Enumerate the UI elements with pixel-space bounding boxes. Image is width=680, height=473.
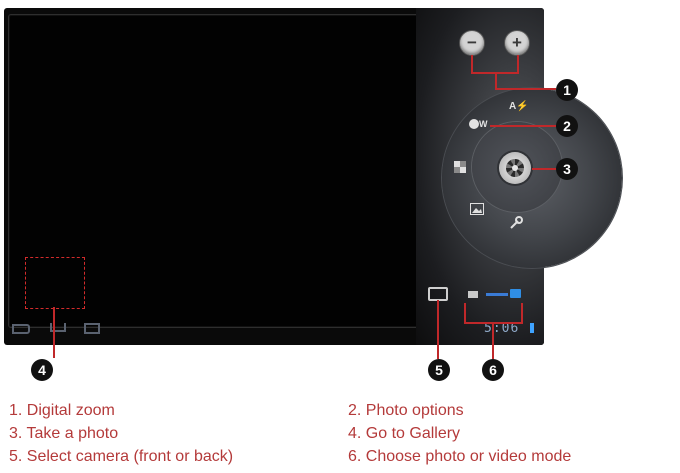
callout-1-right [517, 55, 519, 73]
callout-badge-3: 3 [556, 158, 578, 180]
callout-3-leader [532, 168, 557, 170]
white-balance-icon[interactable]: W [469, 119, 488, 130]
back-icon[interactable] [12, 324, 30, 334]
callout-badge-2: 2 [556, 115, 578, 137]
callout-6-right [521, 303, 523, 323]
gallery-thumbnail[interactable] [25, 257, 85, 309]
system-nav-bar [0, 318, 540, 337]
minus-circle-icon: − [467, 33, 477, 52]
callout-badge-4: 4 [31, 359, 53, 381]
recent-apps-icon[interactable] [84, 323, 100, 334]
wrench-icon[interactable] [509, 216, 523, 230]
flash-auto-icon[interactable]: A⚡ [509, 101, 529, 112]
callout-1-left [471, 55, 473, 73]
legend-item-2: 2. Photo options [348, 402, 464, 419]
callout-6-left [464, 303, 466, 323]
callout-4-leader [53, 307, 55, 358]
plus-circle-icon: + [512, 33, 522, 52]
scene-mode-icon[interactable] [454, 161, 466, 173]
camera-switch-icon[interactable] [428, 287, 448, 301]
zoom-out-button[interactable]: − [460, 31, 484, 55]
shutter-button[interactable] [499, 152, 531, 184]
callout-1-leader [495, 88, 556, 90]
callout-badge-5: 5 [428, 359, 450, 381]
aperture-icon [506, 159, 524, 177]
legend-item-6: 6. Choose photo or video mode [348, 448, 572, 465]
callout-2-leader [490, 125, 556, 127]
camera-icon[interactable] [510, 289, 521, 298]
video-camera-icon[interactable] [468, 291, 478, 298]
battery-icon [530, 323, 534, 333]
callout-1-stem [495, 72, 497, 89]
zoom-in-button[interactable]: + [505, 31, 529, 55]
callout-badge-1: 1 [556, 79, 578, 101]
callout-badge-6: 6 [482, 359, 504, 381]
callout-6-stem [492, 322, 494, 359]
mode-toggle-track[interactable] [486, 293, 508, 296]
legend-item-4: 4. Go to Gallery [348, 425, 461, 442]
legend-item-1: 1. Digital zoom [9, 402, 115, 419]
legend-item-5: 5. Select camera (front or back) [9, 448, 234, 465]
picture-size-icon[interactable] [470, 203, 484, 215]
legend-item-3: 3. Take a photo [9, 425, 119, 442]
callout-5-leader [437, 300, 439, 359]
